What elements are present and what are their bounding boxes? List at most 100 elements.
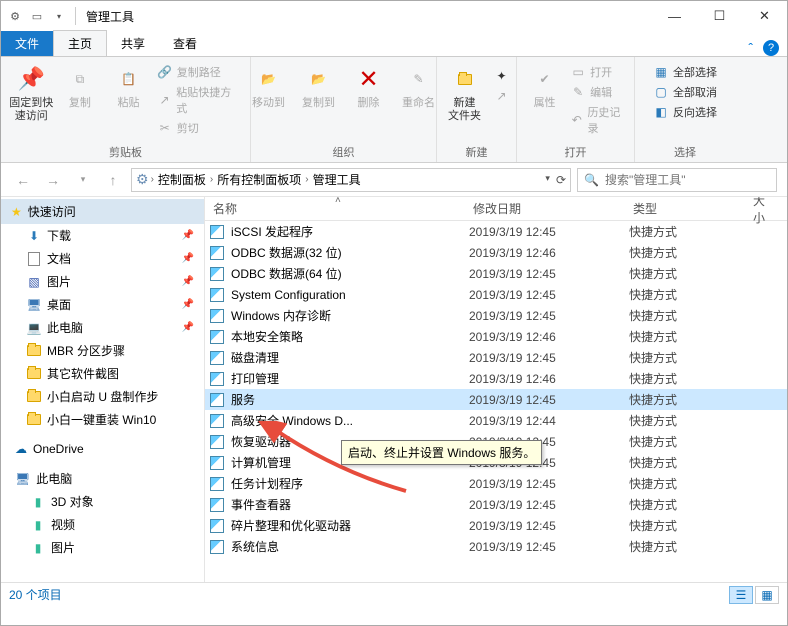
file-icon xyxy=(209,455,225,471)
qat-properties-icon[interactable]: ▭ xyxy=(27,6,47,26)
pin-quickaccess-button[interactable]: 📌 固定到快 速访问 xyxy=(9,61,54,123)
nav-item-icon xyxy=(27,344,41,358)
history-button[interactable]: ↶历史记录 xyxy=(568,103,626,137)
properties-icon: ✔ xyxy=(529,63,561,95)
move-to-button[interactable]: 📂移动到 xyxy=(246,61,292,110)
nav-item-label: 小白一键重装 Win10 xyxy=(47,411,156,428)
nav-item[interactable]: 其它软件截图 xyxy=(1,362,204,385)
group-open-label: 打开 xyxy=(565,142,587,160)
table-row[interactable]: 碎片整理和优化驱动器2019/3/19 12:45快捷方式 xyxy=(205,515,787,536)
open-button[interactable]: ▭打开 xyxy=(568,63,626,81)
crumb-1[interactable]: 所有控制面板项 xyxy=(215,171,303,188)
search-input[interactable] xyxy=(605,173,770,187)
table-row[interactable]: System Configuration2019/3/19 12:45快捷方式 xyxy=(205,284,787,305)
scissors-icon: ✂ xyxy=(157,120,173,136)
copy-to-button[interactable]: 📂复制到 xyxy=(296,61,342,110)
col-type[interactable]: 类型 xyxy=(625,200,745,217)
edit-button[interactable]: ✎编辑 xyxy=(568,83,626,101)
file-date: 2019/3/19 12:46 xyxy=(469,372,629,386)
table-row[interactable]: 事件查看器2019/3/19 12:45快捷方式 xyxy=(205,494,787,515)
tab-home[interactable]: 主页 xyxy=(53,30,107,56)
breadcrumb[interactable]: ⚙ › 控制面板› 所有控制面板项› 管理工具 ▾ ⟳ xyxy=(131,168,571,192)
search-box[interactable]: 🔍 xyxy=(577,168,777,192)
tab-share[interactable]: 共享 xyxy=(107,31,159,56)
nav-item[interactable]: MBR 分区步骤 xyxy=(1,339,204,362)
details-view-button[interactable]: ☰ xyxy=(729,586,753,604)
file-type: 快捷方式 xyxy=(629,223,749,240)
easy-access-dropdown[interactable]: ↗ xyxy=(492,87,512,105)
address-dropdown-icon[interactable]: ▾ xyxy=(545,173,550,187)
icons-view-button[interactable]: ▦ xyxy=(755,586,779,604)
file-name: ODBC 数据源(64 位) xyxy=(231,265,469,282)
recent-dropdown[interactable]: ▾ xyxy=(71,168,95,192)
up-button[interactable]: ↑ xyxy=(101,168,125,192)
table-row[interactable]: iSCSI 发起程序2019/3/19 12:45快捷方式 xyxy=(205,221,787,242)
back-button[interactable]: ← xyxy=(11,168,35,192)
file-icon xyxy=(209,266,225,282)
crumb-0[interactable]: 控制面板 xyxy=(156,171,208,188)
new-item-dropdown[interactable]: ✦ xyxy=(492,67,512,85)
nav-quick-access[interactable]: ★快速访问 xyxy=(1,199,204,224)
nav-item[interactable]: ▮图片 xyxy=(1,536,204,559)
nav-this-pc[interactable]: 🖥此电脑 xyxy=(1,467,204,490)
crumb-2[interactable]: 管理工具 xyxy=(311,171,363,188)
properties-button[interactable]: ✔属性 xyxy=(525,61,564,110)
nav-item[interactable]: ▮3D 对象 xyxy=(1,490,204,513)
file-date: 2019/3/19 12:45 xyxy=(469,351,629,365)
table-row[interactable]: 本地安全策略2019/3/19 12:46快捷方式 xyxy=(205,326,787,347)
paste-shortcut-button[interactable]: ↗粘贴快捷方式 xyxy=(155,83,242,117)
nav-onedrive[interactable]: ☁OneDrive xyxy=(1,439,204,459)
col-size[interactable]: 大小 xyxy=(745,197,785,226)
table-row[interactable]: 任务计划程序2019/3/19 12:45快捷方式 xyxy=(205,473,787,494)
nav-item[interactable]: 文档📌 xyxy=(1,247,204,270)
file-type: 快捷方式 xyxy=(629,328,749,345)
file-name: ODBC 数据源(32 位) xyxy=(231,244,469,261)
close-button[interactable]: ✕ xyxy=(742,1,787,31)
table-row[interactable]: 高级安全 Windows D...2019/3/19 12:44快捷方式 xyxy=(205,410,787,431)
file-icon xyxy=(209,245,225,261)
file-date: 2019/3/19 12:45 xyxy=(469,540,629,554)
invert-selection-button[interactable]: ◧反向选择 xyxy=(651,103,719,121)
select-none-button[interactable]: ▢全部取消 xyxy=(651,83,719,101)
file-date: 2019/3/19 12:45 xyxy=(469,267,629,281)
nav-item[interactable]: 💻此电脑📌 xyxy=(1,316,204,339)
paste-button[interactable]: 📋 粘贴 xyxy=(106,61,151,110)
copy-path-button[interactable]: 🔗复制路径 xyxy=(155,63,242,81)
table-row[interactable]: 系统信息2019/3/19 12:45快捷方式 xyxy=(205,536,787,557)
nav-item-icon xyxy=(27,413,41,427)
qat-dropdown-icon[interactable]: ▾ xyxy=(49,6,69,26)
newitem-icon: ✦ xyxy=(494,68,510,84)
help-icon[interactable]: ? xyxy=(763,40,779,56)
forward-button[interactable]: → xyxy=(41,168,65,192)
table-row[interactable]: ODBC 数据源(64 位)2019/3/19 12:45快捷方式 xyxy=(205,263,787,284)
nav-item[interactable]: 小白一键重装 Win10 xyxy=(1,408,204,431)
nav-item[interactable]: 小白启动 U 盘制作步 xyxy=(1,385,204,408)
ribbon-collapse-icon[interactable]: ˆ xyxy=(748,40,753,56)
tab-file[interactable]: 文件 xyxy=(1,31,53,56)
file-name: 磁盘清理 xyxy=(231,349,469,366)
delete-button[interactable]: ✕删除 xyxy=(346,61,392,110)
file-list[interactable]: iSCSI 发起程序2019/3/19 12:45快捷方式ODBC 数据源(32… xyxy=(205,221,787,581)
rename-button[interactable]: ✎重命名 xyxy=(396,61,442,110)
nav-item[interactable]: ▧图片📌 xyxy=(1,270,204,293)
new-folder-button[interactable]: 新建 文件夹 xyxy=(442,61,488,123)
nav-item[interactable]: 🖥桌面📌 xyxy=(1,293,204,316)
table-row[interactable]: 磁盘清理2019/3/19 12:45快捷方式 xyxy=(205,347,787,368)
minimize-button[interactable]: — xyxy=(652,1,697,31)
select-all-button[interactable]: ▦全部选择 xyxy=(651,63,719,81)
window-title: 管理工具 xyxy=(86,8,134,25)
table-row[interactable]: Windows 内存诊断2019/3/19 12:45快捷方式 xyxy=(205,305,787,326)
nav-item[interactable]: ▮视频 xyxy=(1,513,204,536)
copy-button[interactable]: ⧉ 复制 xyxy=(58,61,103,110)
col-date[interactable]: 修改日期 xyxy=(465,200,625,217)
paste-icon: 📋 xyxy=(112,63,144,95)
refresh-icon[interactable]: ⟳ xyxy=(556,173,566,187)
tab-view[interactable]: 查看 xyxy=(159,31,211,56)
table-row[interactable]: 服务2019/3/19 12:45快捷方式 xyxy=(205,389,787,410)
table-row[interactable]: ODBC 数据源(32 位)2019/3/19 12:46快捷方式 xyxy=(205,242,787,263)
table-row[interactable]: 打印管理2019/3/19 12:46快捷方式 xyxy=(205,368,787,389)
cut-button[interactable]: ✂剪切 xyxy=(155,119,242,137)
navigation-pane[interactable]: ★快速访问 ⬇下载📌文档📌▧图片📌🖥桌面📌💻此电脑📌MBR 分区步骤其它软件截图… xyxy=(1,197,205,582)
maximize-button[interactable]: ☐ xyxy=(697,1,742,31)
nav-item[interactable]: ⬇下载📌 xyxy=(1,224,204,247)
